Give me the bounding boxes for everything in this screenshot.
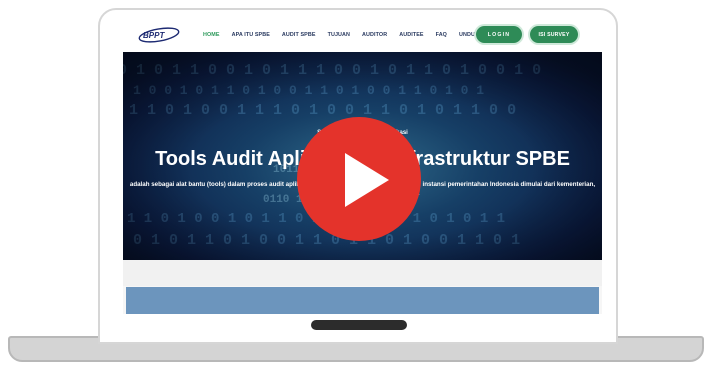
nav-item-home[interactable]: HOME — [203, 32, 220, 38]
logo-text: BPPT — [143, 31, 165, 40]
nav-item-apa-itu-spbe[interactable]: APA ITU SPBE — [232, 32, 270, 38]
play-icon — [345, 153, 389, 207]
nav-item-faq[interactable]: FAQ — [436, 32, 447, 38]
bppt-logo[interactable]: BPPT — [137, 26, 181, 44]
content-band — [123, 260, 602, 286]
play-button[interactable] — [297, 117, 421, 241]
navbar: BPPT HOME APA ITU SPBE AUDIT SPBE TUJUAN… — [123, 18, 602, 52]
nav-menu: HOME APA ITU SPBE AUDIT SPBE TUJUAN AUDI… — [203, 18, 479, 52]
nav-item-auditee[interactable]: AUDITEE — [399, 32, 423, 38]
login-button[interactable]: LOGIN — [476, 26, 522, 43]
nav-item-audit-spbe[interactable]: AUDIT SPBE — [282, 32, 316, 38]
nav-item-auditor[interactable]: AUDITOR — [362, 32, 387, 38]
footer-band — [126, 287, 599, 314]
survey-button[interactable]: ISI SURVEY — [530, 26, 578, 43]
laptop-notch — [311, 320, 407, 330]
nav-item-tujuan[interactable]: TUJUAN — [328, 32, 350, 38]
